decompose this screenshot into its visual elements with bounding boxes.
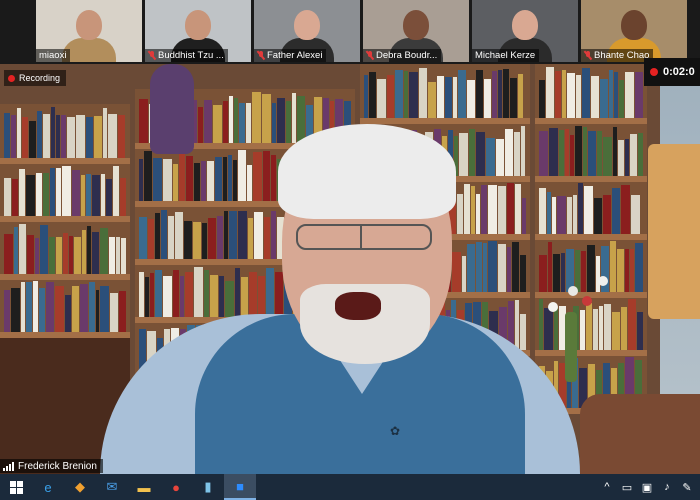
participant-name: Debra Boudr... [376, 50, 438, 61]
mic-muted-icon [148, 51, 156, 60]
participant-name: Michael Kerze [475, 50, 536, 61]
taskbar-notes-button[interactable]: ▮ [192, 474, 224, 500]
participant-face [621, 10, 647, 40]
book-row [4, 222, 126, 274]
mic-muted-icon [366, 51, 374, 60]
participant-name: Buddhist Tzu ... [158, 50, 224, 61]
gallery-strip: miaoxi Buddhist Tzu ... Father Alexei Debra… [0, 0, 700, 64]
speaker-mouth [335, 292, 381, 320]
taskbar-folder-button[interactable]: ▬ [128, 474, 160, 500]
plant [565, 312, 577, 382]
network-icon[interactable]: ▭ [620, 481, 634, 494]
participant-name: miaoxi [39, 50, 67, 61]
participant-tile[interactable]: Buddhist Tzu ... [145, 0, 251, 62]
book-row [4, 280, 126, 332]
participant-name-tag: Father Alexei [254, 49, 327, 62]
speaker-name: Frederick Brenion [18, 460, 97, 472]
zoom-icon: ■ [236, 478, 244, 494]
mic-muted-icon [584, 51, 592, 60]
recording-label: Recording [19, 73, 61, 83]
book-row [4, 164, 126, 216]
taskbar: e ◆ ✉ ▬ ● ▮ ■ ^ ▭ ▣ ♪ ✎ [0, 474, 700, 500]
participant-name-tag: Michael Kerze [472, 49, 540, 62]
taskbar-store-button[interactable]: ◆ [64, 474, 96, 500]
participant-name-tag: miaoxi [36, 49, 71, 62]
book-row [364, 66, 526, 118]
participant-face [294, 10, 320, 40]
participant-tile[interactable]: Father Alexei [254, 0, 360, 62]
participant-face [512, 10, 538, 40]
flower [548, 302, 558, 312]
book-row [539, 124, 643, 176]
mic-muted-icon [257, 51, 265, 60]
participant-tile[interactable]: miaoxi [36, 0, 142, 62]
timer-text: 0:02:0 [663, 66, 695, 78]
participant-name: Father Alexei [267, 50, 323, 61]
participant-tile[interactable]: Debra Boudr... [363, 0, 469, 62]
lamp [648, 144, 700, 319]
taskbar-mail-button[interactable]: ✉ [96, 474, 128, 500]
chair [580, 394, 700, 474]
signal-icon [3, 461, 14, 471]
taskbar-edge-button[interactable]: e [32, 474, 64, 500]
participant-tile[interactable]: Michael Kerze [472, 0, 578, 62]
book-row [4, 106, 126, 158]
system-tray: ^ ▭ ▣ ♪ ✎ [600, 481, 700, 494]
participant-name-tag: Buddhist Tzu ... [145, 49, 228, 62]
taskbar-zoom-button[interactable]: ■ [224, 474, 256, 500]
taskbar-windows-start-button[interactable] [0, 474, 32, 500]
book-row [539, 182, 643, 234]
edge-icon: e [44, 479, 52, 495]
store-icon: ◆ [75, 479, 85, 494]
volume-icon[interactable]: ♪ [660, 481, 674, 493]
shelf-plank [0, 332, 130, 338]
speaker-hair [278, 124, 456, 219]
meeting-timer: 0:02:0 [644, 58, 700, 86]
participant-name: Bhante Chao [594, 50, 650, 61]
book-row [539, 66, 643, 118]
windows-start-icon [9, 480, 23, 494]
participant-name-tag: Bhante Chao [581, 49, 654, 62]
participant-tile[interactable]: Bhante Chao [581, 0, 687, 62]
plush-toy [150, 64, 194, 154]
folder-icon: ▬ [137, 479, 151, 495]
speaker-name-tag: Frederick Brenion [0, 459, 103, 473]
notes-icon: ▮ [204, 479, 212, 494]
mail-icon: ✉ [106, 479, 118, 494]
participant-face [76, 10, 102, 40]
book-row [539, 240, 643, 292]
recording-dot-icon [650, 68, 658, 76]
participant-name-tag: Debra Boudr... [363, 49, 442, 62]
chevron-up-icon[interactable]: ^ [600, 481, 614, 493]
flower [582, 296, 592, 306]
participant-face [403, 10, 429, 40]
recording-indicator[interactable]: Recording [4, 70, 67, 86]
vest-emblem-icon: ✿ [390, 424, 401, 438]
chrome-icon: ● [172, 479, 180, 495]
active-speaker-video[interactable]: ✿ [0, 64, 700, 474]
pen-icon[interactable]: ✎ [680, 481, 694, 494]
flower [598, 276, 608, 286]
taskbar-chrome-button[interactable]: ● [160, 474, 192, 500]
display-icon[interactable]: ▣ [640, 481, 654, 494]
recording-icon [8, 74, 15, 82]
flower [568, 286, 578, 296]
speaker-glasses [296, 224, 432, 250]
participant-face [185, 10, 211, 40]
